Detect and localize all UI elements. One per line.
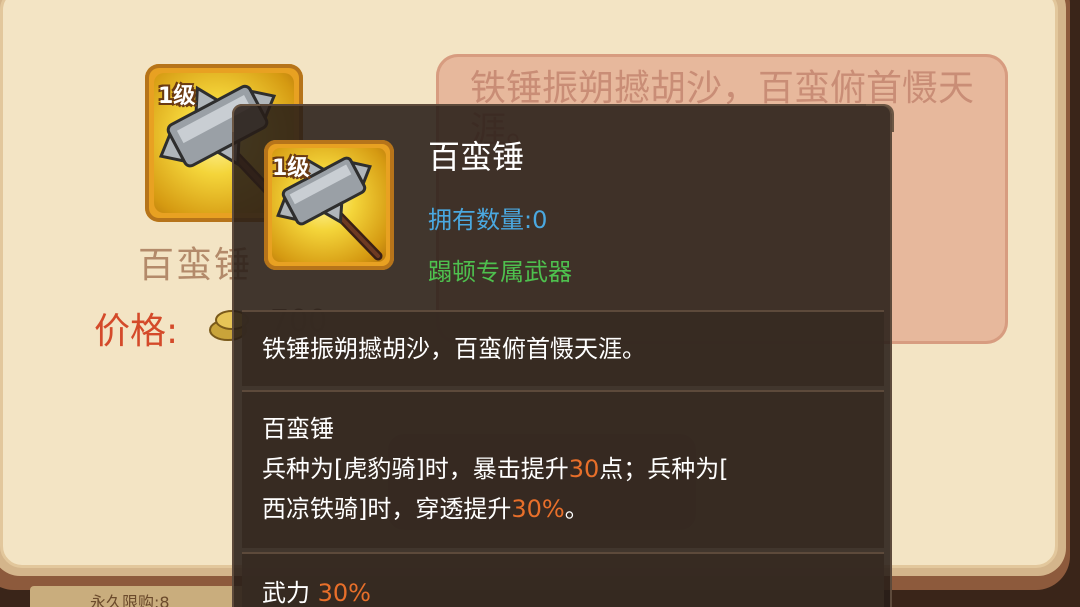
popup-corner-ornament: [866, 104, 894, 132]
effect-line-2-value: 30%: [511, 495, 565, 523]
popup-description-section: 铁锤振朔撼胡沙，百蛮俯首慑天涯。: [242, 310, 884, 386]
effect-line-1-value: 30: [568, 455, 600, 483]
owned-count-value: 0: [532, 206, 548, 234]
popup-item-title: 百蛮锤: [428, 138, 525, 176]
shop-item-level-badge: 1级: [158, 84, 196, 109]
popup-stat-section: 武力 30%: [242, 552, 884, 607]
popup-description: 铁锤振朔撼胡沙，百蛮俯首慑天涯。: [262, 335, 646, 363]
price-label: 价格:: [94, 311, 179, 352]
effect-line-1-text-a: 兵种为[虎豹骑]时，暴击提升: [262, 455, 569, 483]
stat-label: 武力: [262, 579, 310, 607]
effect-line-1: 兵种为[虎豹骑]时，暴击提升30点；兵种为[: [262, 450, 729, 488]
stat-value: 30%: [317, 579, 371, 607]
effect-line-1-text-b: 点；兵种为[: [599, 455, 729, 483]
effect-line-2-text-a: 西凉铁骑]时，穿透提升: [262, 495, 512, 523]
owned-count: 拥有数量:0: [428, 200, 547, 235]
purchase-limit-text: 永久限购:8: [90, 593, 170, 607]
popup-corner-ornament: [232, 104, 260, 132]
popup-item-level-badge: 1级: [272, 156, 310, 181]
effect-line-2: 西凉铁骑]时，穿透提升30%。: [262, 490, 589, 528]
effect-title: 百蛮锤: [262, 415, 334, 443]
game-screen: 永久限购:8 1级 百蛮锤 价格: 700 铁锤振朔撼胡沙，百蛮俯首慑天涯。: [0, 0, 1080, 607]
exclusive-weapon-label: 蹋顿专属武器: [428, 258, 572, 286]
effect-line-2-text-b: 。: [564, 495, 589, 523]
popup-effect-section: 百蛮锤 兵种为[虎豹骑]时，暴击提升30点；兵种为[ 西凉铁骑]时，穿透提升30…: [242, 390, 884, 548]
stat-row: 武力 30%: [262, 574, 371, 607]
owned-count-label: 拥有数量:: [428, 206, 533, 234]
